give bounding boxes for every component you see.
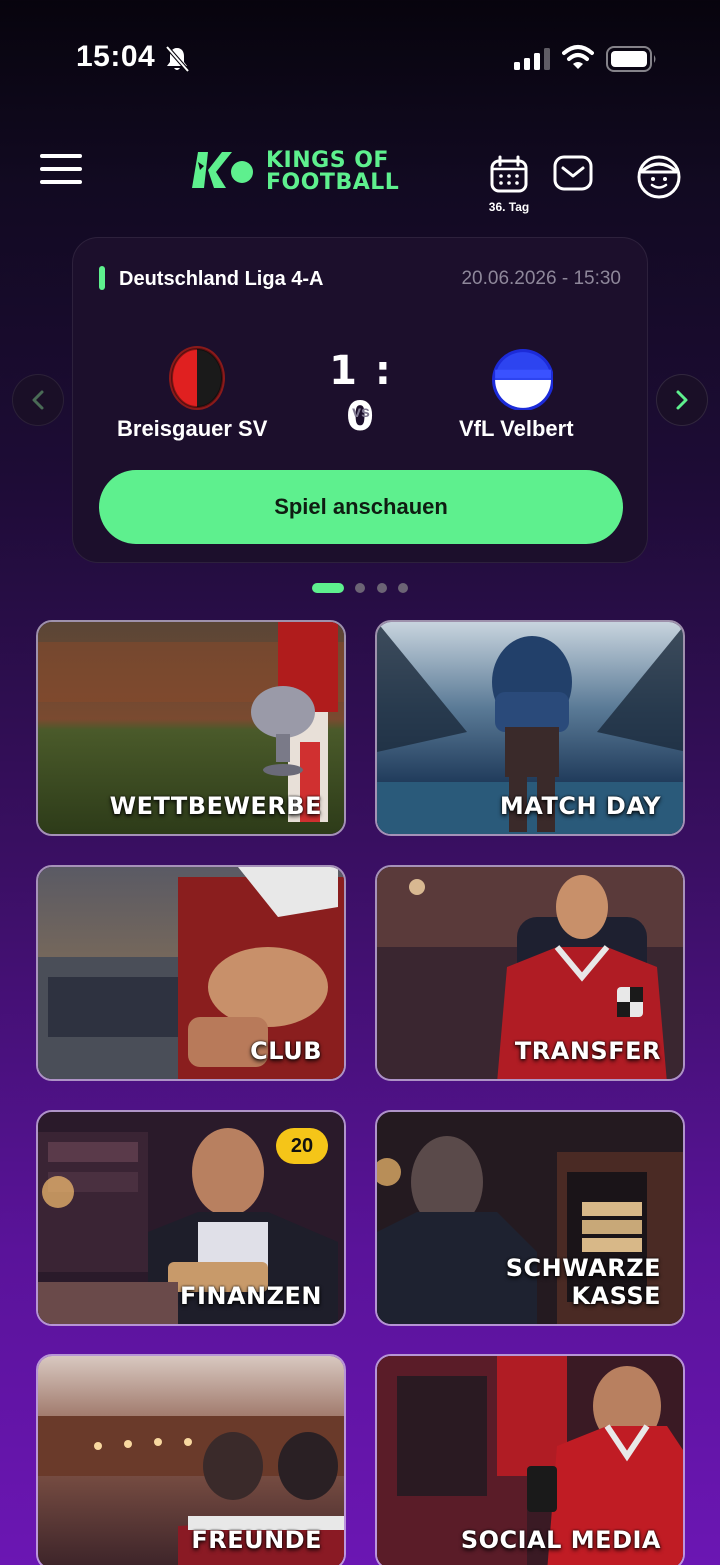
league-name: Deutschland Liga 4-A [119, 268, 324, 290]
cellular-signal-icon [514, 48, 550, 70]
league-accent-bar [99, 266, 105, 290]
battery-icon [606, 46, 656, 72]
tile-social-media[interactable]: SOCIAL MEDIA [375, 1354, 685, 1565]
status-bar: 15:04 [0, 0, 720, 110]
carousel-dot[interactable] [355, 583, 365, 593]
tile-label: SOCIAL MEDIA [460, 1526, 661, 1554]
carousel-dot[interactable] [398, 583, 408, 593]
carousel-dot-active[interactable] [312, 583, 344, 593]
tile-label: MATCH DAY [499, 792, 661, 820]
carousel-pagination [0, 583, 720, 595]
profile-avatar-button[interactable] [636, 154, 682, 200]
away-team-crest-icon [492, 349, 553, 410]
menu-button[interactable] [40, 154, 82, 190]
notification-badge: 20 [276, 1128, 328, 1164]
tile-transfer[interactable]: TRANSFER [375, 865, 685, 1081]
mail-icon [553, 155, 593, 191]
tile-schwarze-kasse[interactable]: SCHWARZE KASSE [375, 1110, 685, 1326]
app-header: KINGS OF FOOTBALL 36. Tag [0, 140, 720, 220]
match-card[interactable]: Deutschland Liga 4-A 20.06.2026 - 15:30 … [72, 237, 648, 563]
tile-match-day[interactable]: MATCH DAY [375, 620, 685, 836]
status-time: 15:04 [76, 40, 156, 73]
calendar-icon [490, 155, 528, 193]
watch-match-button[interactable]: Spiel anschauen [99, 470, 623, 544]
tile-label: FINANZEN [180, 1282, 322, 1310]
logo-mark-icon [192, 152, 253, 188]
chevron-left-icon [32, 390, 44, 410]
tile-label: CLUB [250, 1037, 322, 1065]
vs-label: vs [352, 404, 370, 421]
carousel-dot[interactable] [377, 583, 387, 593]
logo-wordmark: KINGS OF FOOTBALL [266, 148, 400, 195]
tile-label: FREUNDE [191, 1526, 322, 1554]
kings-of-football-logo[interactable]: KINGS OF FOOTBALL [192, 148, 422, 196]
home-team-name: Breisgauer SV [117, 416, 268, 441]
tile-freunde[interactable]: FREUNDE [36, 1354, 346, 1565]
menu-bar [40, 180, 82, 184]
away-team-name: VfL Velbert [459, 416, 574, 441]
carousel-next-button[interactable] [656, 374, 708, 426]
tile-wettbewerbe[interactable]: WETTBEWERBE [36, 620, 346, 836]
carousel-prev-button[interactable] [12, 374, 64, 426]
tile-label: WETTBEWERBE [109, 792, 322, 820]
bell-muted-icon [165, 45, 190, 73]
chevron-right-icon [676, 390, 688, 410]
match-datetime: 20.06.2026 - 15:30 [461, 268, 621, 289]
home-team-crest-icon [169, 346, 225, 410]
tile-finanzen[interactable]: 20 FINANZEN [36, 1110, 346, 1326]
menu-bar [40, 154, 82, 158]
menu-bar [40, 167, 82, 171]
tile-label: SCHWARZE KASSE [505, 1254, 661, 1310]
match-day-label: 36. Tag [488, 200, 530, 214]
wifi-icon [562, 45, 594, 69]
tile-club[interactable]: CLUB [36, 865, 346, 1081]
mail-button[interactable] [552, 154, 594, 194]
avatar-icon [637, 155, 681, 199]
calendar-button[interactable]: 36. Tag [486, 152, 532, 214]
tile-label: TRANSFER [514, 1037, 661, 1065]
match-score: 1 : 0 [329, 348, 393, 440]
